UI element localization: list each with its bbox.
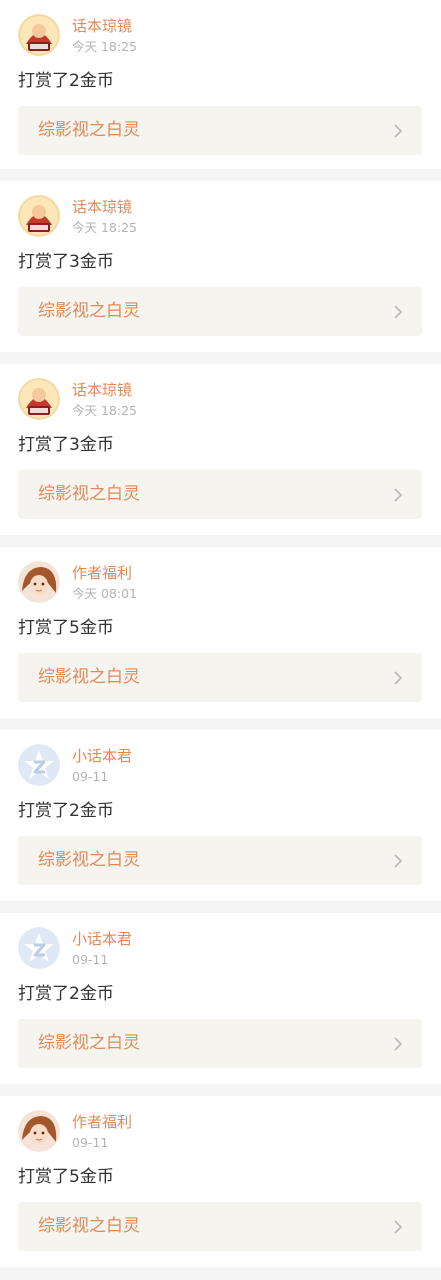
book-title: 综影视之白灵 [38,1033,140,1053]
user-name[interactable]: 小话本君 [72,930,132,948]
book-link[interactable]: 综影视之白灵 [18,653,422,702]
reward-card: 小话本君 09-11 打赏了2金币 综影视之白灵 [0,913,441,1084]
user-name[interactable]: 作者福利 [72,1113,132,1131]
book-link[interactable]: 综影视之白灵 [18,470,422,519]
book-title: 综影视之白灵 [38,667,140,687]
mascot-avatar-icon[interactable] [18,195,60,237]
chevron-right-icon [390,487,406,503]
reward-message: 打赏了2金币 [18,801,114,821]
book-link[interactable]: 综影视之白灵 [18,1019,422,1068]
timestamp: 09-11 [72,952,109,967]
default-star-avatar-icon[interactable] [18,927,60,969]
book-title: 综影视之白灵 [38,1216,140,1236]
reward-card: 话本琼镜 今天 18:25 打赏了3金币 综影视之白灵 [0,181,441,352]
timestamp: 今天 08:01 [72,586,137,601]
timestamp: 09-11 [72,769,109,784]
reward-message: 打赏了2金币 [18,71,114,91]
chevron-right-icon [390,304,406,320]
timestamp: 今天 18:25 [72,220,137,235]
reward-card: 作者福利 09-11 打赏了5金币 综影视之白灵 [0,1096,441,1267]
book-link[interactable]: 综影视之白灵 [18,287,422,336]
reward-message: 打赏了5金币 [18,618,114,638]
mascot-avatar-icon[interactable] [18,378,60,420]
chevron-right-icon [390,1219,406,1235]
book-link[interactable]: 综影视之白灵 [18,836,422,885]
anime-girl-avatar-icon[interactable] [18,561,60,603]
chevron-right-icon [390,1036,406,1052]
reward-card: 话本琼镜 今天 18:25 打赏了2金币 综影视之白灵 [0,0,441,169]
timestamp: 今天 18:25 [72,39,137,54]
chevron-right-icon [390,670,406,686]
anime-girl-avatar-icon[interactable] [18,1110,60,1152]
reward-feed: 话本琼镜 今天 18:25 打赏了2金币 综影视之白灵 话本琼镜 今天 18:2… [0,0,441,1267]
chevron-right-icon [390,853,406,869]
reward-message: 打赏了5金币 [18,1167,114,1187]
book-title: 综影视之白灵 [38,484,140,504]
user-name[interactable]: 话本琼镜 [72,198,132,216]
reward-message: 打赏了2金币 [18,984,114,1004]
timestamp: 09-11 [72,1135,109,1150]
reward-message: 打赏了3金币 [18,252,114,272]
book-title: 综影视之白灵 [38,120,140,140]
book-link[interactable]: 综影视之白灵 [18,1202,422,1251]
user-name[interactable]: 话本琼镜 [72,381,132,399]
book-title: 综影视之白灵 [38,850,140,870]
reward-message: 打赏了3金币 [18,435,114,455]
reward-card: 小话本君 09-11 打赏了2金币 综影视之白灵 [0,730,441,901]
book-link[interactable]: 综影视之白灵 [18,106,422,155]
timestamp: 今天 18:25 [72,403,137,418]
default-star-avatar-icon[interactable] [18,744,60,786]
book-title: 综影视之白灵 [38,301,140,321]
user-name[interactable]: 话本琼镜 [72,17,132,35]
mascot-avatar-icon[interactable] [18,14,60,56]
chevron-right-icon [390,123,406,139]
reward-card: 话本琼镜 今天 18:25 打赏了3金币 综影视之白灵 [0,364,441,535]
user-name[interactable]: 作者福利 [72,564,132,582]
reward-card: 作者福利 今天 08:01 打赏了5金币 综影视之白灵 [0,547,441,718]
user-name[interactable]: 小话本君 [72,747,132,765]
